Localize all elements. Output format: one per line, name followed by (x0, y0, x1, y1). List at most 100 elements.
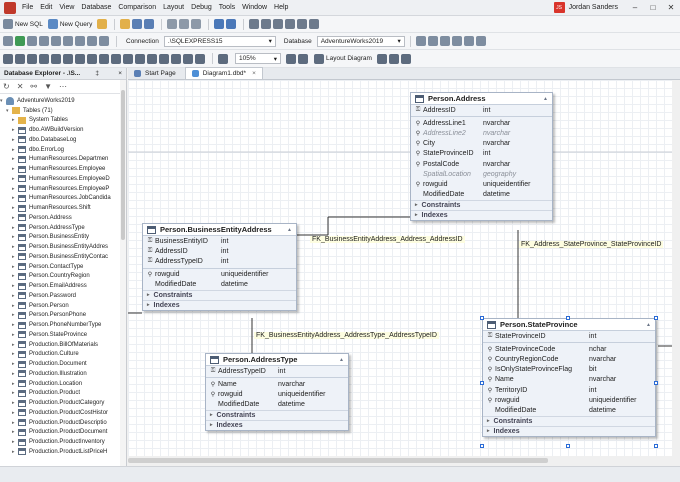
paste-icon[interactable] (191, 19, 202, 29)
toolbar-icon[interactable] (51, 36, 61, 46)
collapse-icon[interactable]: ▲ (543, 96, 548, 102)
relation-label[interactable]: FK_BusinessEntityAddress_AddressType_Add… (254, 332, 439, 339)
entity-column[interactable]: ⚲ rowguid uniqueidentifier (143, 270, 296, 280)
toolbar-icon[interactable] (39, 36, 49, 46)
tree-item[interactable]: ▸ HumanResources.Employee (0, 164, 120, 174)
toolbar-icon[interactable] (135, 53, 145, 64)
tree-item[interactable]: ▸ Production.ProductCostHistor (0, 408, 120, 418)
new-query-button[interactable]: New Query (47, 19, 92, 29)
toolbar-icon[interactable] (63, 53, 73, 64)
toolbar-icon[interactable] (249, 19, 260, 29)
toolbar-icon[interactable] (475, 36, 486, 46)
open-folder-icon[interactable] (120, 19, 131, 29)
database-select[interactable]: AdventureWorks2019 ▾ (316, 35, 405, 47)
tree-item[interactable]: ▸ Person.BusinessEntityAddres (0, 242, 120, 252)
entity-column[interactable]: ⚿ BusinessEntityID int (143, 236, 296, 246)
collapse-icon[interactable]: ▲ (287, 227, 292, 233)
redo-icon[interactable] (226, 19, 237, 29)
tree-item[interactable]: ▸ Person.Password (0, 291, 120, 301)
tree-item[interactable]: ▸ Person.Person (0, 301, 120, 311)
menu-edit[interactable]: Edit (40, 4, 52, 11)
pin-icon[interactable]: ‡ (95, 70, 99, 77)
tree-item[interactable]: ▸ Person.StateProvince (0, 330, 120, 340)
selection-handle[interactable] (566, 444, 570, 448)
tree-item[interactable]: ▸ Person.CountryRegion (0, 272, 120, 282)
minimize-icon[interactable]: – (626, 3, 644, 12)
tree-item[interactable]: ▸ Production.ProductListPriceH (0, 447, 120, 457)
indexes-section[interactable]: ▸ Indexes (206, 419, 348, 430)
tree-item[interactable]: ▸ Production.Location (0, 379, 120, 389)
selection-handle[interactable] (654, 381, 658, 385)
maximize-icon[interactable]: □ (644, 3, 662, 12)
copy-icon[interactable] (179, 19, 190, 29)
toolbar-icon[interactable] (87, 53, 97, 64)
tree-item[interactable]: ▸ HumanResources.EmployeeP (0, 184, 120, 194)
toolbar-icon[interactable] (123, 53, 133, 64)
scroll-thumb[interactable] (128, 458, 548, 463)
entity-column[interactable]: ModifiedDate datetime (206, 400, 348, 410)
entity-column[interactable]: ⚿ AddressID int (411, 105, 552, 115)
tree-item[interactable]: ▸ Production.Document (0, 359, 120, 369)
relation-label[interactable]: FK_BusinessEntityAddress_Address_Address… (310, 236, 465, 243)
entity-column[interactable]: ⚲ rowguid uniqueidentifier (483, 395, 655, 405)
toolbar-icon[interactable] (439, 36, 450, 46)
save-icon[interactable] (132, 19, 143, 29)
tree-item[interactable]: ▸ Person.ContactType (0, 262, 120, 272)
entity-header[interactable]: Person.BusinessEntityAddress ▲ (143, 224, 296, 236)
execute-icon[interactable] (15, 36, 25, 46)
entity-column[interactable]: ⚲ City nvarchar (411, 139, 552, 149)
selection-handle[interactable] (654, 444, 658, 448)
tree-item[interactable]: ▸ HumanResources.Shift (0, 203, 120, 213)
save-all-icon[interactable] (144, 19, 155, 29)
canvas-horizontal-scrollbar[interactable] (128, 456, 672, 465)
menu-window[interactable]: Window (242, 4, 267, 11)
selection-handle[interactable] (480, 316, 484, 320)
tree-item[interactable]: ▸ Production.BillOfMaterials (0, 340, 120, 350)
toolbar-icon[interactable] (376, 53, 387, 64)
tree-item[interactable]: ▸ Production.ProductInventory (0, 437, 120, 447)
constraints-section[interactable]: ▸ Constraints (411, 199, 552, 210)
close-icon[interactable]: × (118, 70, 122, 77)
entity-column[interactable]: ⚲ PostalCode nvarchar (411, 159, 552, 169)
toolbar-icon[interactable] (286, 53, 296, 64)
entity-person-businessentityaddress[interactable]: Person.BusinessEntityAddress ▲ ⚿ BusinessEn… (142, 223, 297, 311)
toolbar-icon[interactable] (400, 53, 411, 64)
entity-column[interactable]: ⚲ rowguid uniqueidentifier (206, 389, 348, 399)
toolbar-icon[interactable] (183, 53, 193, 64)
tree-item[interactable]: ▸ Production.ProductDescriptio (0, 418, 120, 428)
entity-column[interactable]: ⚿ AddressTypeID int (206, 366, 348, 376)
filter-icon[interactable]: ▼ (44, 82, 52, 91)
toolbar-icon[interactable] (51, 53, 61, 64)
tree-item[interactable]: ▸ dbo.AWBuildVersion (0, 125, 120, 135)
entity-column[interactable]: ⚲ IsOnlyStateProvinceFlag bit (483, 365, 655, 375)
toolbar-icon[interactable] (27, 53, 37, 64)
toolbar-icon[interactable] (147, 53, 157, 64)
selection-handle[interactable] (480, 381, 484, 385)
toolbar-icon[interactable] (171, 53, 181, 64)
tree-item[interactable]: ▸ Production.Culture (0, 350, 120, 360)
entity-column[interactable]: ⚿ StateProvinceID int (483, 331, 655, 341)
entity-header[interactable]: Person.Address ▲ (411, 93, 552, 105)
entity-column[interactable]: ⚲ StateProvinceID int (411, 149, 552, 159)
toolbar-icon[interactable] (451, 36, 462, 46)
zoom-icon[interactable] (218, 53, 228, 64)
selection-handle[interactable] (480, 444, 484, 448)
menu-database[interactable]: Database (81, 4, 111, 11)
entity-person-stateprovince[interactable]: Person.StateProvince ▲ ⚿ StateProvinceID int… (482, 318, 656, 437)
tree-item[interactable]: ▸ Production.Product (0, 389, 120, 399)
tree-item[interactable]: ▸ dbo.DatabaseLog (0, 135, 120, 145)
entity-header[interactable]: Person.AddressType ▲ (206, 354, 348, 366)
menu-layout[interactable]: Layout (163, 4, 184, 11)
toolbar-icon[interactable] (388, 53, 399, 64)
entity-person-addresstype[interactable]: Person.AddressType ▲ ⚿ AddressTypeID int ⚲ Nam… (205, 353, 349, 431)
new-item-icon[interactable] (97, 19, 108, 29)
pointer-icon[interactable] (3, 53, 13, 64)
tree-db[interactable]: ▾ AdventureWorks2019 (0, 96, 120, 106)
entity-person-address[interactable]: Person.Address ▲ ⚿ AddressID int ⚲ AddressLine… (410, 92, 553, 221)
tree-item[interactable]: ▸ HumanResources.JobCandida (0, 194, 120, 204)
tree-item[interactable]: ▸ HumanResources.Departmen (0, 155, 120, 165)
toolbar-icon[interactable] (261, 19, 272, 29)
selection-handle[interactable] (654, 316, 658, 320)
constraints-section[interactable]: ▸ Constraints (143, 289, 296, 300)
toolbar-icon[interactable] (3, 36, 13, 46)
